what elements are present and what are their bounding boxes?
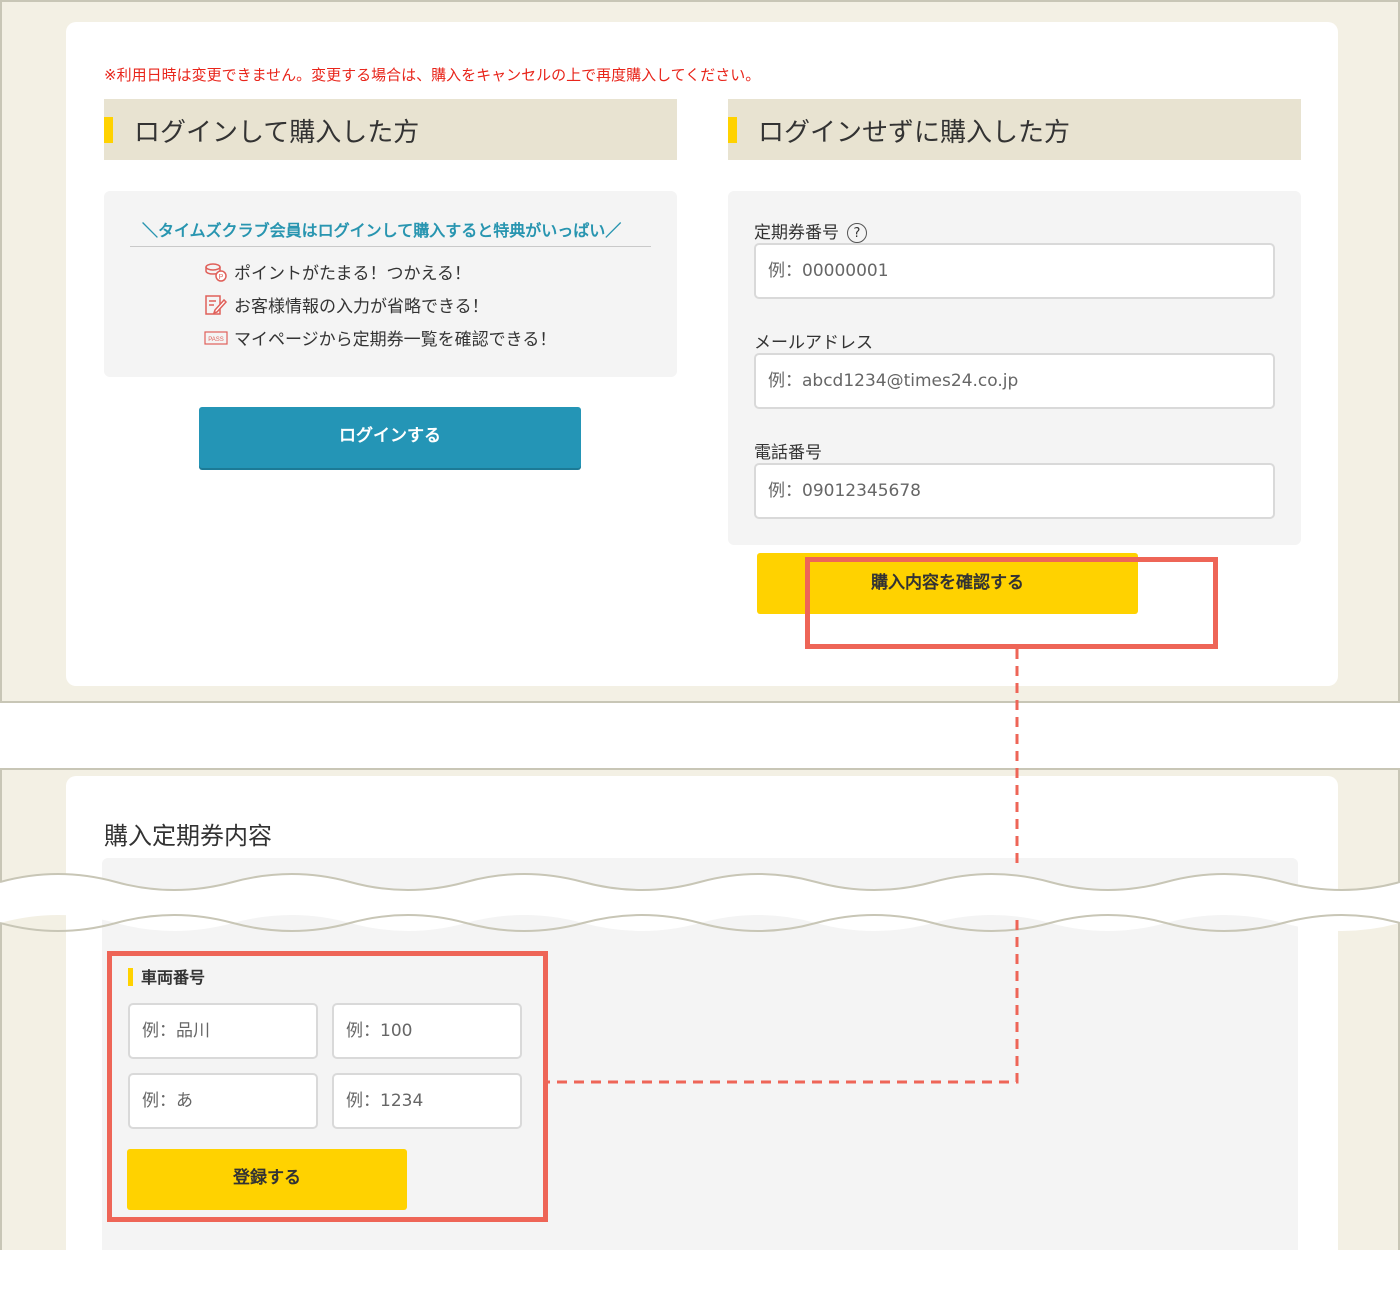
dashed-connector-line (548, 649, 1019, 1084)
